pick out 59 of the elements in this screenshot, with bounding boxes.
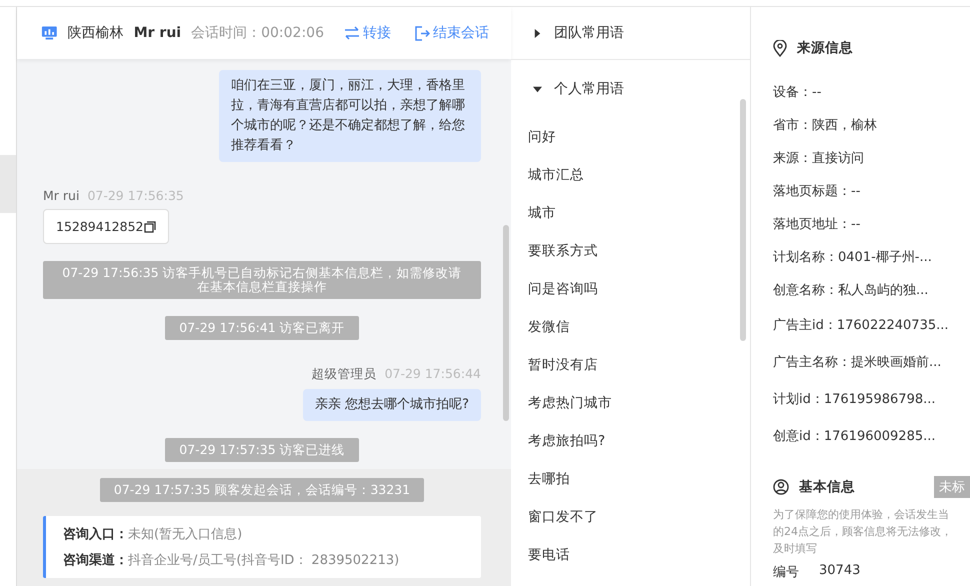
source-info-row-text: 落地页地址：-- [773,216,862,234]
phrase-item[interactable]: 去哪拍 [511,460,750,498]
source-info-row-text: 创意id：176196009285... [773,428,937,446]
agent-message: 亲亲 您想去哪个城市拍呢? [302,389,481,421]
visitor-message: 15289412852 [43,209,170,244]
phrase-item[interactable]: 问好 [511,118,750,156]
message-time: 07-29 17:56:44 [384,366,481,383]
phrase-group-header[interactable]: 个人常用语 [511,60,750,118]
phrase-item[interactable]: 考虑旅拍吗? [511,422,750,460]
source-info-row-text: 落地页标题：-- [773,182,862,200]
sender-name: 超级管理员 [312,366,377,383]
phrase-item[interactable]: 要电话 [511,536,750,574]
field-value: 30743 [819,563,860,580]
info-notice-line: 的24点之后，顾客信息将无法修改， [773,524,953,540]
phrase-item[interactable]: 要联系方式 [511,232,750,270]
user-circle-icon [773,479,789,495]
phrase-item[interactable]: 城市汇总 [511,156,750,194]
swap-arrows-icon [344,26,360,40]
status-tag: 未标 [934,476,970,498]
source-info-row-text: 创意名称：私人岛屿的独... [773,282,930,300]
system-notice: 07-29 17:56:41 访客已离开 [165,316,359,340]
visitor-location: 陕西榆林 [68,24,124,42]
source-info-row-text: 来源：直接访问 [773,150,865,168]
source-info-row-text: 设备：-- [773,84,822,102]
agent-message: 咱们在三亚，厦门，丽江，大理，香格里拉，青海有直营店都可以拍，亲想了解哪个城市的呢？还是不确定都想了解，给您推荐看看？ [219,70,481,162]
caret-right-icon [533,28,542,38]
source-info-row-text: 广告主名称：提米映画婚前... [773,354,942,372]
copy-icon[interactable] [144,220,156,232]
system-notice: 07-29 17:56:35 访客手机号已自动标记右侧基本信息栏，如需修改请在基本信息栏直接操作 [43,261,481,299]
phrase-item[interactable]: 发微信 [511,308,750,346]
caret-down-icon [533,84,542,94]
consult-info-line: 咨询渠道：抖音企业号/员工号(抖音号ID： 2839502213) [63,552,400,569]
visitor-name: Mr rui [134,25,182,41]
scrollbar[interactable] [740,99,746,341]
sender-name: Mr rui [43,188,80,203]
exit-icon [415,26,430,40]
source-info-row-text: 省市：陕西，榆林 [773,116,878,134]
location-pin-icon [773,40,787,56]
section-title: 基本信息 [799,478,855,496]
source-info-row-text: 计划id：176195986798... [773,390,937,408]
info-notice-line: 为了保障您的使用体验，会话发生当 [773,507,950,523]
source-info-row-text: 广告主id：176022240735... [773,316,950,334]
field-label: 编号 [773,564,799,581]
scrollbar[interactable] [503,225,509,421]
phrase-item[interactable]: 考虑热门城市 [511,384,750,422]
monitor-icon [41,25,58,41]
consult-info-line: 咨询入口：未知(暂无入口信息) [63,526,244,543]
info-notice-line: 及时填写 [773,541,818,557]
system-notice: 07-29 17:57:35 顾客发起会话，会话编号：33231 [100,478,424,502]
section-title: 来源信息 [797,39,853,57]
system-notice: 07-29 17:57:35 访客已进线 [165,438,359,462]
phrase-item[interactable]: 问是咨询吗 [511,270,750,308]
phrase-item[interactable]: 暂时没有店 [511,346,750,384]
phrase-group-header[interactable]: 团队常用语 [511,7,750,60]
session-duration: 会话时间：00:02:06 [191,24,324,42]
phrase-item[interactable]: 城市 [511,194,750,232]
message-time: 07-29 17:56:35 [87,188,184,203]
source-info-row-text: 计划名称：0401-椰子州-... [773,248,933,266]
phrase-item[interactable]: 窗口发不了 [511,498,750,536]
